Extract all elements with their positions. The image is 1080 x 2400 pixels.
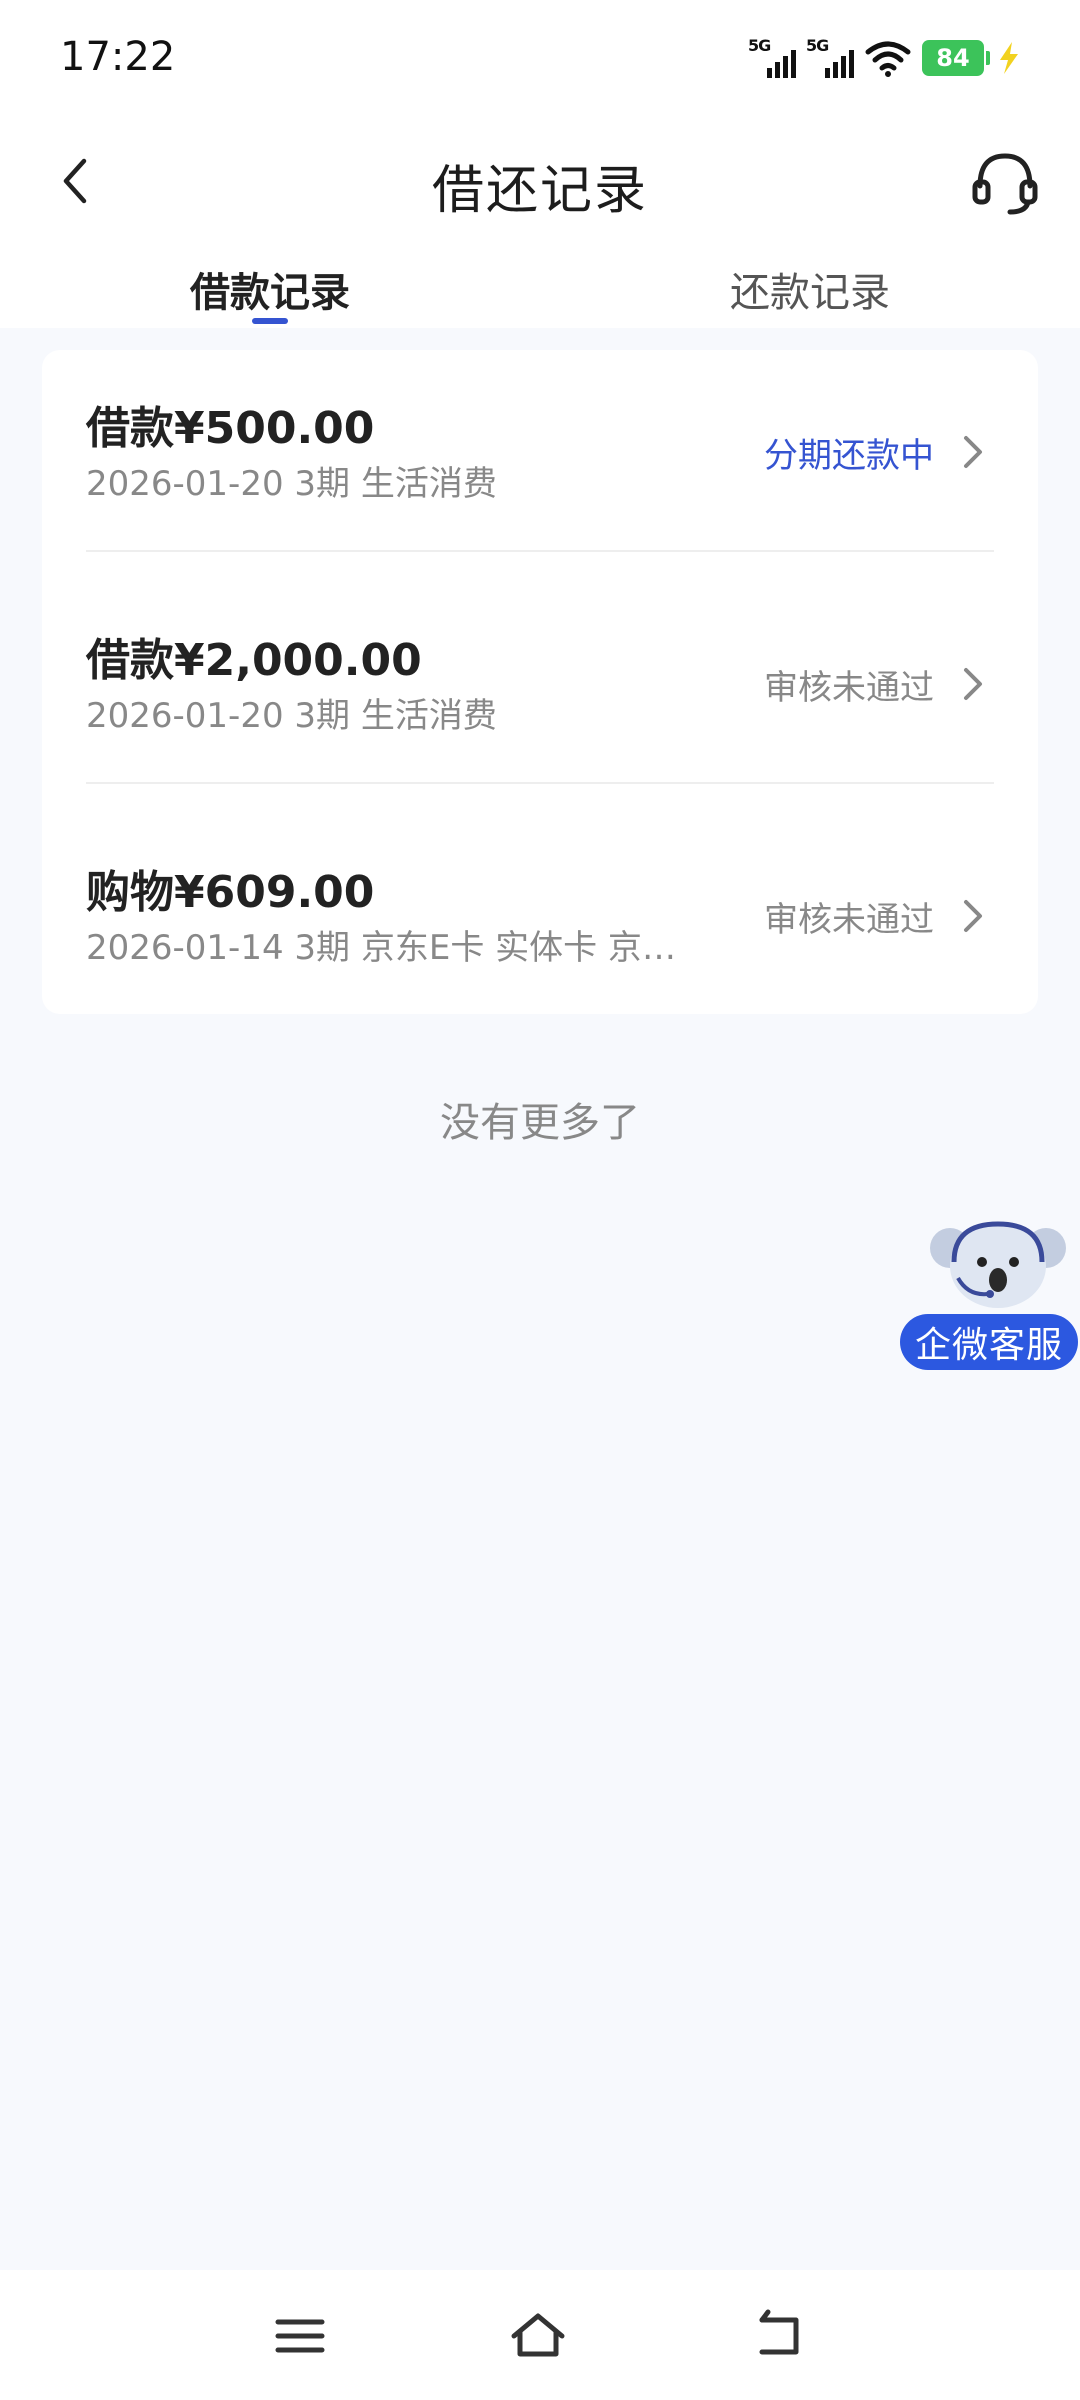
status-icons: 5G 5G 84 bbox=[748, 34, 1022, 82]
record-amount: 借款¥500.00 bbox=[86, 403, 375, 454]
system-nav-bar bbox=[0, 2270, 1080, 2400]
home-icon[interactable] bbox=[510, 2308, 566, 2364]
headset-icon[interactable] bbox=[970, 148, 1040, 218]
header: 借还记录 借款记录 还款记录 bbox=[0, 118, 1080, 328]
record-meta: 2026-01-20 3期 生活消费 bbox=[86, 696, 497, 736]
record-status: 分期还款中 bbox=[764, 436, 934, 476]
record-meta: 2026-01-20 3期 生活消费 bbox=[86, 464, 497, 504]
wifi-icon bbox=[865, 41, 911, 77]
status-time: 17:22 bbox=[60, 34, 176, 80]
chevron-right-icon bbox=[964, 668, 982, 700]
tab-active-indicator bbox=[252, 318, 288, 324]
status-bar: 17:22 5G 5G 84 bbox=[0, 0, 1080, 118]
chevron-right-icon bbox=[964, 436, 982, 468]
record-item[interactable]: 购物¥609.00 2026-01-14 3期 京东E卡 实体卡 京东… 审核未… bbox=[86, 814, 994, 1046]
battery-icon: 84 bbox=[922, 40, 990, 76]
tab-borrow-records[interactable]: 借款记录 bbox=[120, 260, 420, 318]
no-more-text: 没有更多了 bbox=[440, 1100, 640, 1146]
divider bbox=[86, 550, 994, 552]
records-list: 借款¥500.00 2026-01-20 3期 生活消费 分期还款中 借款¥2,… bbox=[42, 350, 1038, 1014]
chevron-right-icon bbox=[964, 900, 982, 932]
floating-service-button[interactable]: 企微客服 bbox=[898, 1218, 1080, 1370]
record-item[interactable]: 借款¥500.00 2026-01-20 3期 生活消费 分期还款中 bbox=[86, 350, 994, 582]
record-amount: 购物¥609.00 bbox=[86, 867, 375, 918]
page-title: 借还记录 bbox=[431, 161, 648, 221]
koala-mascot-icon bbox=[930, 1221, 1066, 1308]
record-status: 审核未通过 bbox=[764, 668, 934, 708]
floating-service-label: 企微客服 bbox=[900, 1314, 1078, 1370]
record-status: 审核未通过 bbox=[764, 900, 934, 940]
signal-5g-icon: 5G bbox=[806, 36, 854, 80]
record-amount: 借款¥2,000.00 bbox=[86, 635, 422, 686]
tab-repay-records[interactable]: 还款记录 bbox=[660, 260, 960, 318]
charging-bolt-icon bbox=[1000, 42, 1018, 74]
back-icon[interactable] bbox=[752, 2308, 808, 2364]
menu-icon[interactable] bbox=[272, 2308, 328, 2364]
record-item[interactable]: 借款¥2,000.00 2026-01-20 3期 生活消费 审核未通过 bbox=[86, 582, 994, 814]
divider bbox=[86, 782, 994, 784]
record-meta: 2026-01-14 3期 京东E卡 实体卡 京东… bbox=[86, 928, 706, 968]
signal-5g-icon: 5G bbox=[748, 36, 796, 80]
